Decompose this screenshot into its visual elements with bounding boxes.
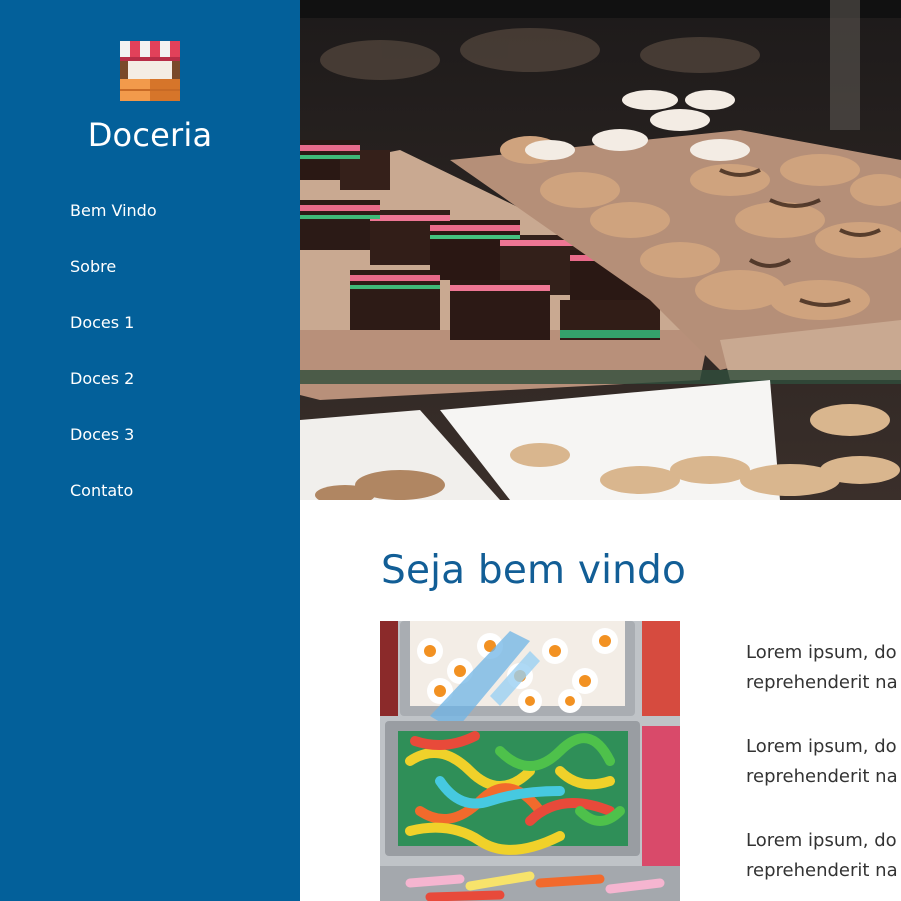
main-nav: Bem Vindo Sobre Doces 1 Doces 2 Doces 3 …	[70, 200, 157, 536]
nav-item-sobre[interactable]: Sobre	[70, 256, 157, 278]
paragraph-line: reprehenderit na	[746, 672, 898, 693]
paragraph-line: Lorem ipsum, do	[746, 736, 897, 757]
nav-item-contato[interactable]: Contato	[70, 480, 157, 502]
gummy-candy-bins-photo	[380, 621, 680, 901]
sidebar: Doceria Bem Vindo Sobre Doces 1 Doces 2 …	[0, 0, 300, 901]
brand-name: Doceria	[87, 116, 213, 154]
paragraph-line: Lorem ipsum, do	[746, 642, 897, 663]
intro-text: Lorem ipsum, do reprehenderit na Lorem i…	[746, 638, 901, 901]
nav-item-bem-vindo[interactable]: Bem Vindo	[70, 200, 157, 222]
page-title: Seja bem vindo	[381, 548, 687, 593]
candy-image	[380, 621, 680, 901]
nav-item-doces-3[interactable]: Doces 3	[70, 424, 157, 446]
paragraph-line: reprehenderit na	[746, 860, 898, 881]
paragraph: Lorem ipsum, do reprehenderit na	[746, 826, 901, 886]
paragraph: Lorem ipsum, do reprehenderit na	[746, 638, 901, 698]
paragraph-line: reprehenderit na	[746, 766, 898, 787]
bakery-display-photo	[300, 0, 901, 500]
nav-item-doces-2[interactable]: Doces 2	[70, 368, 157, 390]
shop-awning-icon[interactable]	[120, 41, 180, 101]
paragraph: Lorem ipsum, do reprehenderit na	[746, 732, 901, 792]
paragraph-line: Lorem ipsum, do	[746, 830, 897, 851]
hero-image	[300, 0, 901, 500]
nav-item-doces-1[interactable]: Doces 1	[70, 312, 157, 334]
